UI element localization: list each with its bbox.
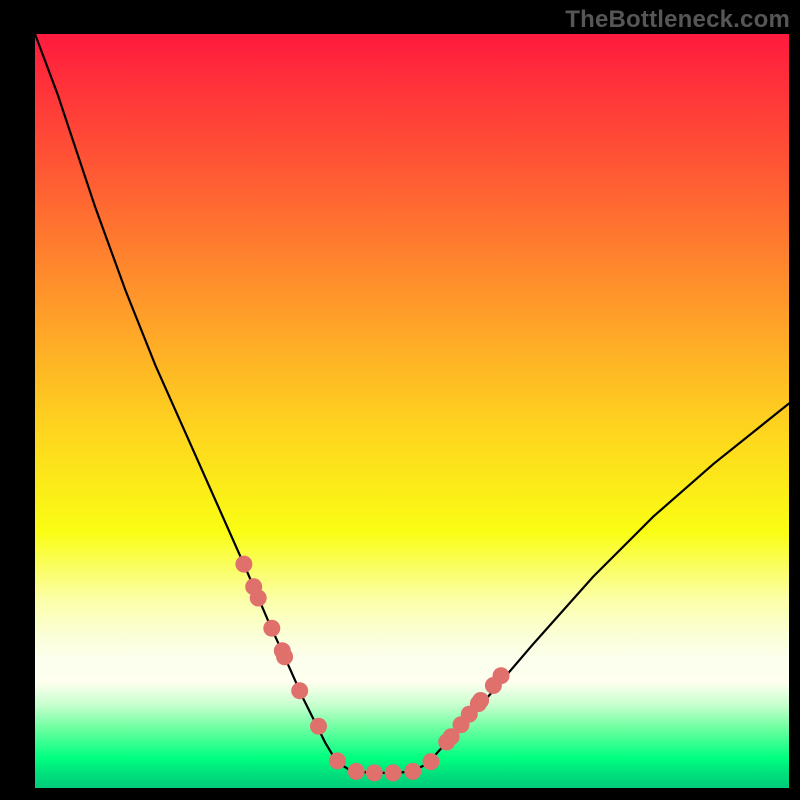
- data-marker: [310, 718, 327, 735]
- data-marker: [385, 764, 402, 781]
- chart-frame: TheBottleneck.com: [0, 0, 800, 800]
- data-marker: [422, 753, 439, 770]
- marker-group: [235, 556, 509, 782]
- data-marker: [263, 620, 280, 637]
- data-marker: [493, 667, 510, 684]
- data-marker: [276, 648, 293, 665]
- watermark-text: TheBottleneck.com: [565, 6, 790, 34]
- data-marker: [348, 763, 365, 780]
- data-marker: [291, 682, 308, 699]
- bottleneck-curve: [35, 34, 789, 773]
- data-marker: [235, 556, 252, 573]
- data-marker: [366, 764, 383, 781]
- plot-area: [35, 34, 789, 788]
- curve-svg: [35, 34, 789, 788]
- data-marker: [404, 763, 421, 780]
- data-marker: [472, 692, 489, 709]
- data-marker: [250, 590, 267, 607]
- data-marker: [329, 752, 346, 769]
